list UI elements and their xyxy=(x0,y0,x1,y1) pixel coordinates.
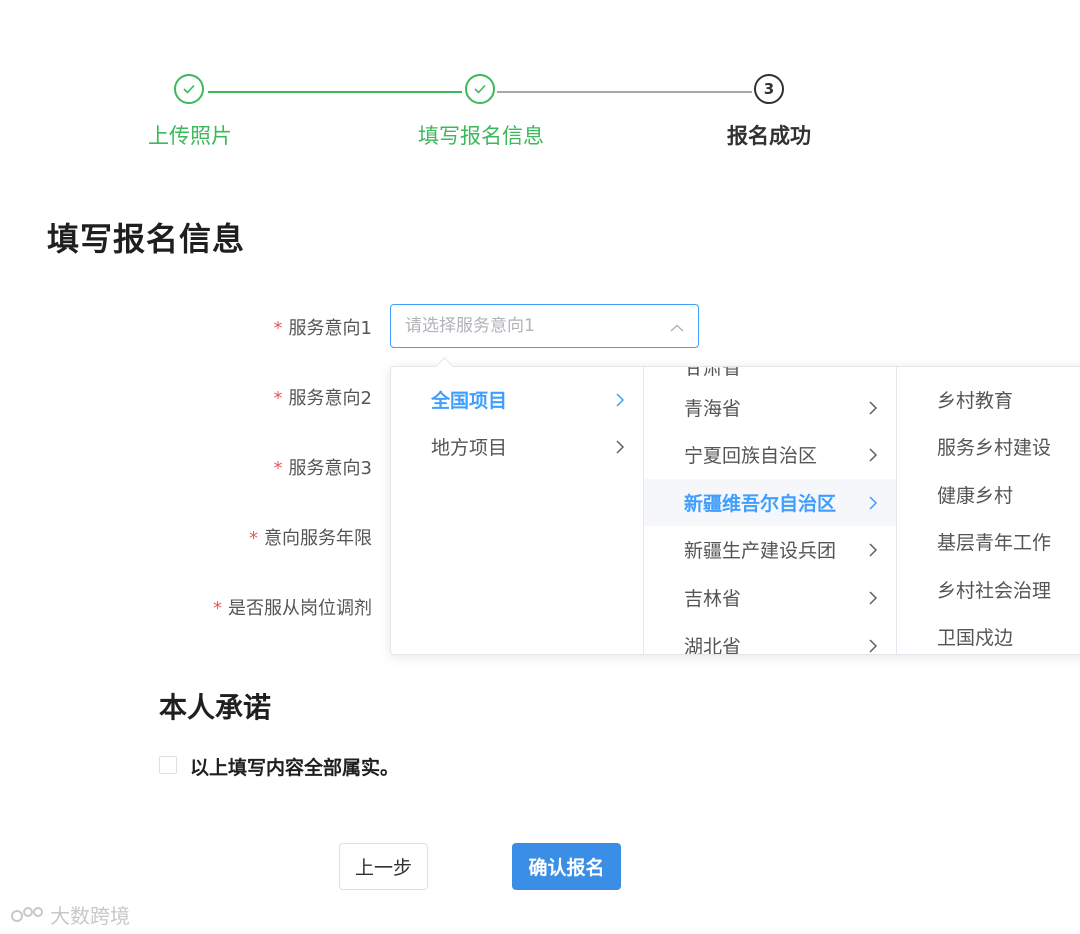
page-title: 填写报名信息 xyxy=(47,220,246,258)
cascader-option-program[interactable]: 乡村社会治理 xyxy=(897,566,1080,613)
chevron-right-icon xyxy=(616,392,625,407)
cascader-option-province[interactable]: 吉林省 xyxy=(644,574,896,621)
chevron-up-icon xyxy=(670,317,684,336)
cascader-panel-level1: 全国项目 地方项目 xyxy=(391,367,643,654)
cascader-option-program[interactable]: 健康乡村 xyxy=(897,471,1080,518)
chevron-right-icon xyxy=(616,439,625,454)
chevron-right-icon xyxy=(869,447,878,462)
cascader-option-national[interactable]: 全国项目 xyxy=(391,376,643,423)
step-3-number: 3 xyxy=(754,74,784,104)
step-3-title: 报名成功 xyxy=(727,124,811,148)
cascader-option-program[interactable]: 乡村教育 xyxy=(897,376,1080,423)
step-2-title: 填写报名信息 xyxy=(418,124,544,148)
cascader-option-province-active[interactable]: 新疆维吾尔自治区 xyxy=(644,479,896,526)
step-connector-pending xyxy=(497,91,752,93)
field-label-service-intent-1: * 服务意向1 xyxy=(273,318,372,339)
previous-step-button[interactable]: 上一步 xyxy=(339,843,428,890)
chevron-right-icon xyxy=(869,495,878,510)
cascader-dropdown: 全国项目 地方项目 甘肃省 青海省 宁夏回族自治区 新疆维吾尔自治区 新疆生产建… xyxy=(390,366,1080,655)
required-mark: * xyxy=(249,528,258,549)
cascader-option-province[interactable]: 湖北省 xyxy=(644,622,896,654)
field-label-service-intent-3: * 服务意向3 xyxy=(273,458,372,479)
cascader-panel-level3: 乡村教育 服务乡村建设 健康乡村 基层青年工作 乡村社会治理 卫国戍边 xyxy=(896,367,1080,654)
field-label-accept-adjustment: * 是否服从岗位调剂 xyxy=(213,598,372,619)
step-2-check-icon xyxy=(465,74,495,104)
field-label-service-years: * 意向服务年限 xyxy=(249,528,372,549)
watermark-text: 大数跨境 xyxy=(50,904,130,928)
cascader-option-province[interactable]: 新疆生产建设兵团 xyxy=(644,526,896,573)
step-connector-done xyxy=(208,91,462,93)
cascader-panel-level2: 甘肃省 青海省 宁夏回族自治区 新疆维吾尔自治区 新疆生产建设兵团 吉林省 湖北… xyxy=(643,367,896,654)
watermark-logo-icon xyxy=(11,906,43,922)
chevron-right-icon xyxy=(869,638,878,653)
chevron-right-icon xyxy=(869,542,878,557)
service-intent-1-input[interactable] xyxy=(405,316,670,336)
chevron-right-icon xyxy=(869,590,878,605)
watermark: 大数跨境 xyxy=(10,900,130,929)
step-1-title: 上传照片 xyxy=(148,124,232,148)
required-mark: * xyxy=(273,458,283,479)
cascader-option-local[interactable]: 地方项目 xyxy=(391,423,643,470)
service-intent-1-select[interactable] xyxy=(390,304,699,348)
field-label-service-intent-2: * 服务意向2 xyxy=(273,388,372,409)
cascader-option-program[interactable]: 卫国戍边 xyxy=(897,613,1080,654)
step-1-check-icon xyxy=(174,74,204,104)
cascader-option-program[interactable]: 服务乡村建设 xyxy=(897,423,1080,470)
commitment-checkbox[interactable] xyxy=(159,756,177,774)
confirm-registration-button[interactable]: 确认报名 xyxy=(512,843,621,890)
commitment-checkbox-label[interactable]: 以上填写内容全部属实。 xyxy=(190,753,399,780)
required-mark: * xyxy=(273,318,283,339)
cascader-option-program[interactable]: 基层青年工作 xyxy=(897,518,1080,565)
required-mark: * xyxy=(273,388,283,409)
required-mark: * xyxy=(213,598,222,619)
cascader-option-province[interactable]: 宁夏回族自治区 xyxy=(644,431,896,478)
chevron-right-icon xyxy=(869,400,878,415)
cascader-option-province[interactable]: 青海省 xyxy=(644,384,896,431)
commitment-title: 本人承诺 xyxy=(159,691,272,724)
